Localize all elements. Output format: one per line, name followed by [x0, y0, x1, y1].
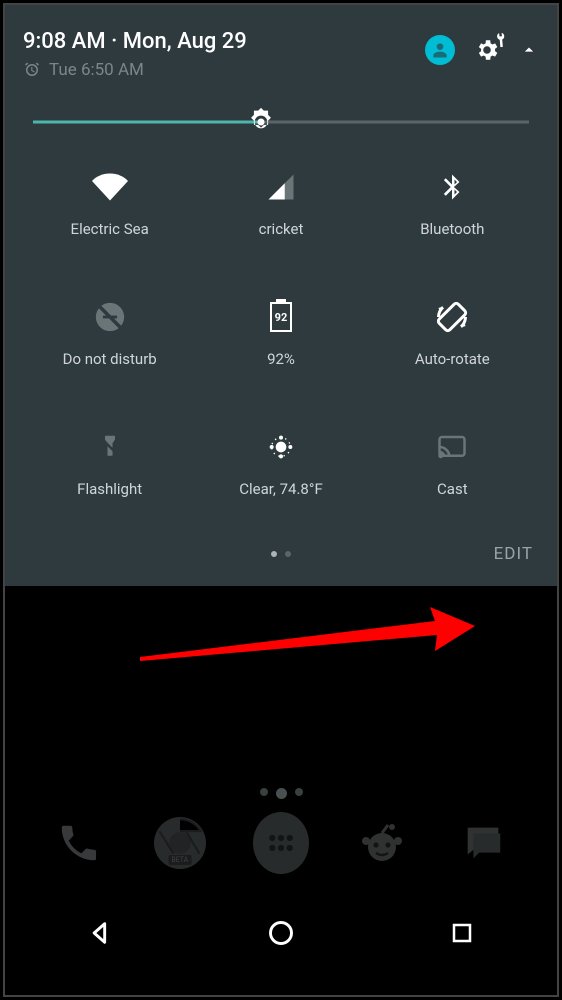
page-dot: [276, 788, 287, 799]
page-indicator[interactable]: [271, 551, 291, 557]
cast-tile[interactable]: Cast: [372, 428, 533, 498]
system-nav-bar: [10, 899, 552, 967]
settings-button[interactable]: [473, 36, 501, 64]
date-text: Mon, Aug 29: [123, 29, 247, 54]
app-drawer-button[interactable]: [253, 815, 309, 871]
bluetooth-icon: [437, 172, 467, 202]
page-dot: [260, 788, 268, 796]
flashlight-tile[interactable]: Flashlight: [29, 428, 190, 498]
slider-thumb[interactable]: [244, 105, 278, 139]
tile-label: cricket: [259, 220, 304, 238]
tile-label: 92%: [267, 350, 295, 368]
qs-tiles-grid: Electric Sea cricket Bluetooth Do not di…: [23, 168, 539, 498]
recent-button[interactable]: [432, 913, 492, 953]
time-date-row: 9:08 AM · Mon, Aug 29: [23, 29, 425, 54]
home-button[interactable]: [251, 913, 311, 953]
signal-icon: [266, 172, 296, 202]
page-dot: [285, 551, 291, 557]
separator: ·: [106, 29, 123, 54]
dnd-tile[interactable]: Do not disturb: [29, 298, 190, 368]
slider-fill: [33, 121, 261, 124]
phone-icon: [56, 820, 102, 866]
tile-label: Bluetooth: [420, 220, 484, 238]
cellular-tile[interactable]: cricket: [200, 168, 361, 238]
wifi-icon: [92, 169, 128, 205]
back-button[interactable]: [70, 913, 130, 953]
alarm-icon: [23, 61, 41, 79]
time-text: 9:08 AM: [23, 29, 106, 54]
brightness-slider[interactable]: [33, 108, 529, 136]
home-page-indicator[interactable]: [10, 788, 552, 799]
messenger-app[interactable]: [455, 815, 511, 871]
weather-icon: [265, 431, 297, 463]
auto-rotate-icon: [434, 299, 470, 335]
tile-label: Flashlight: [77, 480, 142, 498]
brightness-icon: [244, 105, 278, 139]
apps-icon: [266, 828, 296, 858]
tile-label: Cast: [437, 480, 468, 498]
chrome-beta-app[interactable]: BETA: [152, 815, 208, 871]
tile-label: Do not disturb: [63, 350, 157, 368]
weather-tile[interactable]: Clear, 74.8°F: [200, 428, 361, 498]
page-dot: [295, 788, 303, 796]
phone-app[interactable]: [51, 815, 107, 871]
time-date-block[interactable]: 9:08 AM · Mon, Aug 29 Tue 6:50 AM: [23, 29, 425, 80]
back-icon: [86, 919, 114, 947]
bluetooth-tile[interactable]: Bluetooth: [372, 168, 533, 238]
collapse-icon[interactable]: [519, 40, 539, 60]
alarm-row[interactable]: Tue 6:50 AM: [23, 60, 425, 80]
quick-settings-panel: 9:08 AM · Mon, Aug 29 Tue 6:50 AM: [5, 5, 557, 586]
page-dot: [271, 551, 277, 557]
qs-header: 9:08 AM · Mon, Aug 29 Tue 6:50 AM: [23, 29, 539, 80]
wifi-tile[interactable]: Electric Sea: [29, 168, 190, 238]
dock: BETA: [10, 815, 552, 871]
dnd-off-icon: [93, 300, 127, 334]
edit-button[interactable]: EDIT: [494, 544, 533, 564]
auto-rotate-tile[interactable]: Auto-rotate: [372, 298, 533, 368]
reddit-app[interactable]: [354, 815, 410, 871]
reddit-icon: [358, 819, 406, 867]
home-icon: [267, 919, 295, 947]
header-icons: [425, 35, 539, 65]
tile-label: Clear, 74.8°F: [239, 480, 323, 498]
qs-footer: EDIT: [23, 534, 539, 574]
alarm-text: Tue 6:50 AM: [49, 60, 144, 80]
cast-icon: [435, 432, 469, 462]
battery-tile[interactable]: 92 92%: [200, 298, 361, 368]
home-screen: BETA: [10, 650, 552, 995]
battery-icon: 92: [270, 302, 292, 332]
person-icon: [430, 40, 450, 60]
tile-label: Electric Sea: [71, 220, 149, 238]
messenger-icon: [460, 820, 506, 866]
flashlight-off-icon: [95, 432, 125, 462]
tile-label: Auto-rotate: [415, 350, 490, 368]
recent-icon: [450, 921, 474, 945]
user-avatar[interactable]: [425, 35, 455, 65]
